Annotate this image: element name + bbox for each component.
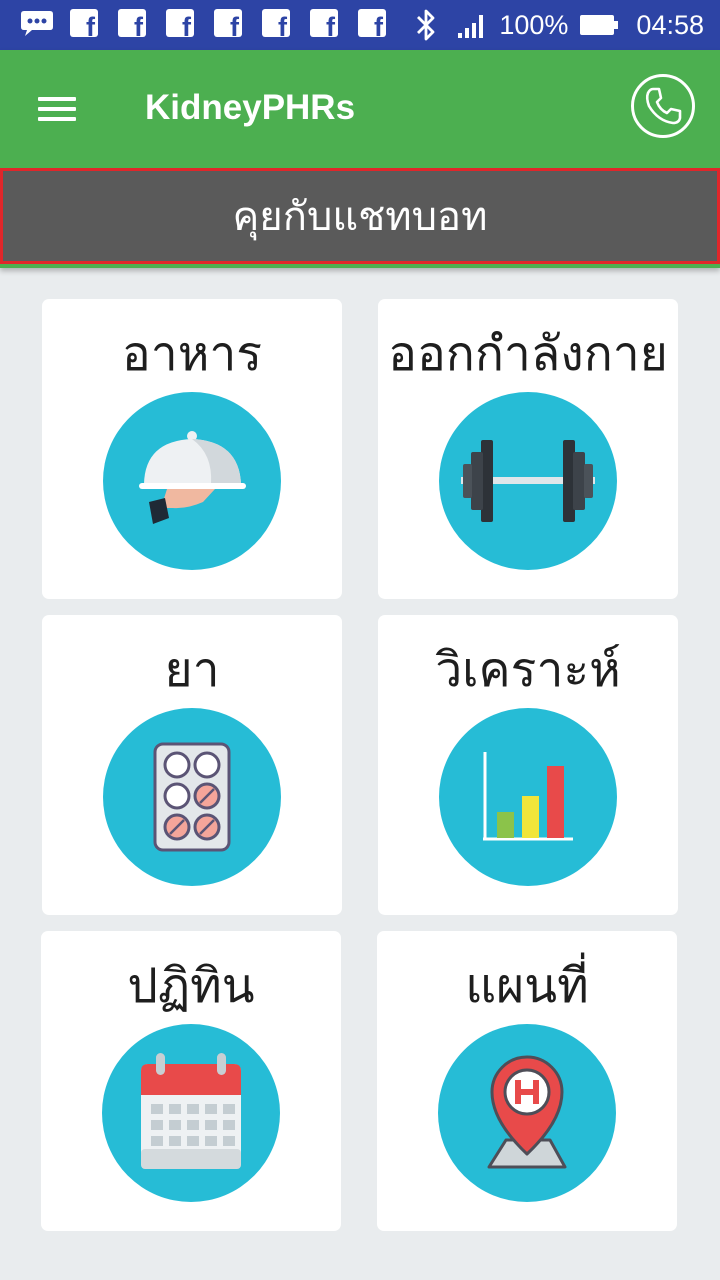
- chatbot-label: คุยกับแชทบอท: [232, 194, 488, 240]
- phone-button[interactable]: [631, 74, 695, 138]
- menu-card-food[interactable]: อาหาร: [42, 299, 342, 599]
- menu-card-label: ปฏิทิน: [127, 958, 255, 1014]
- phone-icon: [645, 87, 682, 125]
- app-bar: KidneyPHRs คุยกับแชทบอท: [0, 50, 720, 268]
- signal-icon: [458, 15, 484, 38]
- notification-icons: f f f f f f f: [20, 9, 406, 37]
- facebook-icon: f: [118, 9, 146, 37]
- hospital-map-pin-icon: [438, 1024, 616, 1202]
- facebook-icon: f: [310, 9, 338, 37]
- dumbbell-icon: [439, 392, 617, 570]
- menu-card-label: แผนที่: [465, 958, 589, 1014]
- facebook-icon: f: [214, 9, 242, 37]
- app-title: KidneyPHRs: [145, 88, 356, 127]
- hamburger-menu-icon[interactable]: [38, 94, 76, 124]
- facebook-icon: f: [262, 9, 290, 37]
- menu-card-map[interactable]: แผนที่: [377, 931, 677, 1231]
- menu-card-analysis[interactable]: วิเคราะห์: [378, 615, 678, 915]
- message-icon: [21, 11, 53, 36]
- menu-card-exercise[interactable]: ออกกำลังกาย: [378, 299, 678, 599]
- clock: 04:58: [636, 9, 704, 40]
- menu-card-medicine[interactable]: ยา: [42, 615, 342, 915]
- facebook-icon: f: [70, 9, 98, 37]
- menu-card-label: วิเคราะห์: [435, 642, 621, 698]
- menu-card-label: ยา: [164, 642, 220, 698]
- food-tray-icon: [103, 392, 281, 570]
- facebook-icon: f: [166, 9, 194, 37]
- chatbot-button[interactable]: คุยกับแชทบอท: [0, 168, 720, 264]
- calendar-icon: [102, 1024, 280, 1202]
- menu-card-label: อาหาร: [121, 326, 263, 382]
- menu-card-calendar[interactable]: ปฏิทิน: [41, 931, 341, 1231]
- status-bar: f f f f f f f 100% 04:58: [0, 0, 720, 50]
- menu-card-label: ออกกำลังกาย: [388, 326, 668, 382]
- battery-icon: [580, 15, 619, 35]
- facebook-icon: f: [358, 9, 386, 37]
- battery-percent: 100%: [499, 9, 569, 40]
- pill-pack-icon: [103, 708, 281, 886]
- bluetooth-icon: [417, 9, 435, 41]
- bar-chart-icon: [439, 708, 617, 886]
